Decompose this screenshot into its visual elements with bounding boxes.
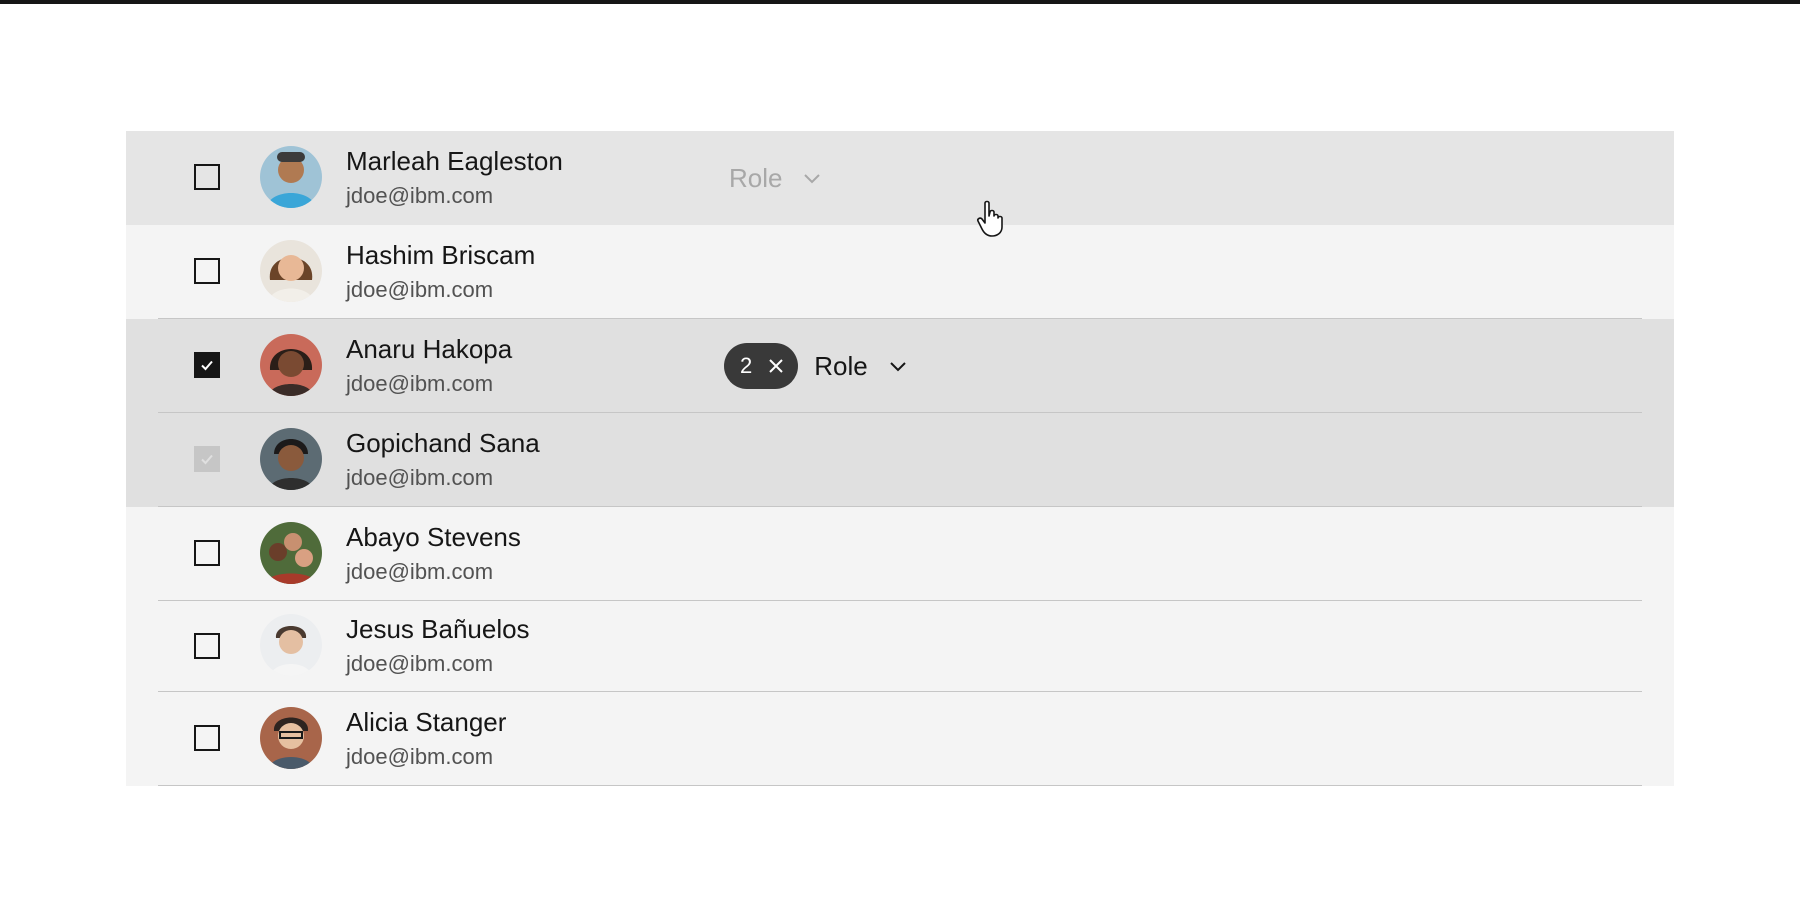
row-checkbox[interactable]	[194, 352, 220, 378]
user-email: jdoe@ibm.com	[346, 465, 494, 490]
row-checkbox[interactable]	[194, 540, 220, 566]
checkmark-icon	[201, 454, 213, 465]
row-checkbox[interactable]	[194, 164, 220, 190]
avatar	[260, 334, 322, 396]
top-border	[0, 0, 1800, 4]
user-list: Marleah Eagleston jdoe@ibm.com Role Hash…	[126, 131, 1674, 786]
avatar	[260, 522, 322, 584]
avatar	[260, 707, 322, 769]
user-name: Jesus Bañuelos	[346, 614, 530, 644]
hand-cursor-icon	[977, 200, 1003, 237]
row-checkbox[interactable]	[194, 258, 220, 284]
list-item[interactable]: Hashim Briscam jdoe@ibm.com	[126, 225, 1674, 319]
list-item[interactable]: Jesus Bañuelos jdoe@ibm.com	[126, 601, 1674, 692]
row-checkbox[interactable]	[194, 633, 220, 659]
list-item[interactable]: Alicia Stanger jdoe@ibm.com	[126, 692, 1674, 786]
selection-tag: 2	[724, 343, 799, 389]
user-email: jdoe@ibm.com	[346, 371, 494, 396]
row-checkbox	[194, 446, 220, 472]
row-checkbox[interactable]	[194, 725, 220, 751]
chevron-down-icon	[804, 174, 821, 184]
user-email: jdoe@ibm.com	[346, 559, 494, 584]
avatar	[260, 614, 322, 676]
user-name: Gopichand Sana	[346, 428, 540, 458]
user-name: Marleah Eagleston	[346, 146, 563, 176]
role-dropdown-label: Role	[729, 162, 783, 193]
user-name: Anaru Hakopa	[346, 334, 513, 364]
user-email: jdoe@ibm.com	[346, 651, 494, 676]
avatar	[260, 146, 322, 208]
user-email: jdoe@ibm.com	[346, 183, 494, 208]
role-dropdown[interactable]: Role	[729, 159, 824, 197]
user-name: Abayo Stevens	[346, 522, 521, 552]
user-email: jdoe@ibm.com	[346, 744, 494, 769]
close-icon[interactable]	[766, 356, 786, 376]
user-name: Hashim Briscam	[346, 240, 536, 270]
chevron-down-icon	[890, 362, 906, 372]
user-email: jdoe@ibm.com	[346, 277, 494, 302]
user-name: Alicia Stanger	[346, 707, 507, 737]
list-item[interactable]: Gopichand Sana jdoe@ibm.com	[126, 413, 1674, 507]
list-item[interactable]: Marleah Eagleston jdoe@ibm.com Role	[126, 131, 1674, 225]
list-item[interactable]: Abayo Stevens jdoe@ibm.com	[126, 507, 1674, 601]
selection-count: 2	[740, 353, 753, 378]
avatar	[260, 240, 322, 302]
role-dropdown-label: Role	[814, 350, 868, 381]
checkmark-icon	[201, 360, 213, 371]
avatar	[260, 428, 322, 490]
list-item[interactable]: Anaru Hakopa jdoe@ibm.com 2 Role	[126, 319, 1674, 413]
role-dropdown[interactable]: 2 Role	[724, 343, 910, 389]
